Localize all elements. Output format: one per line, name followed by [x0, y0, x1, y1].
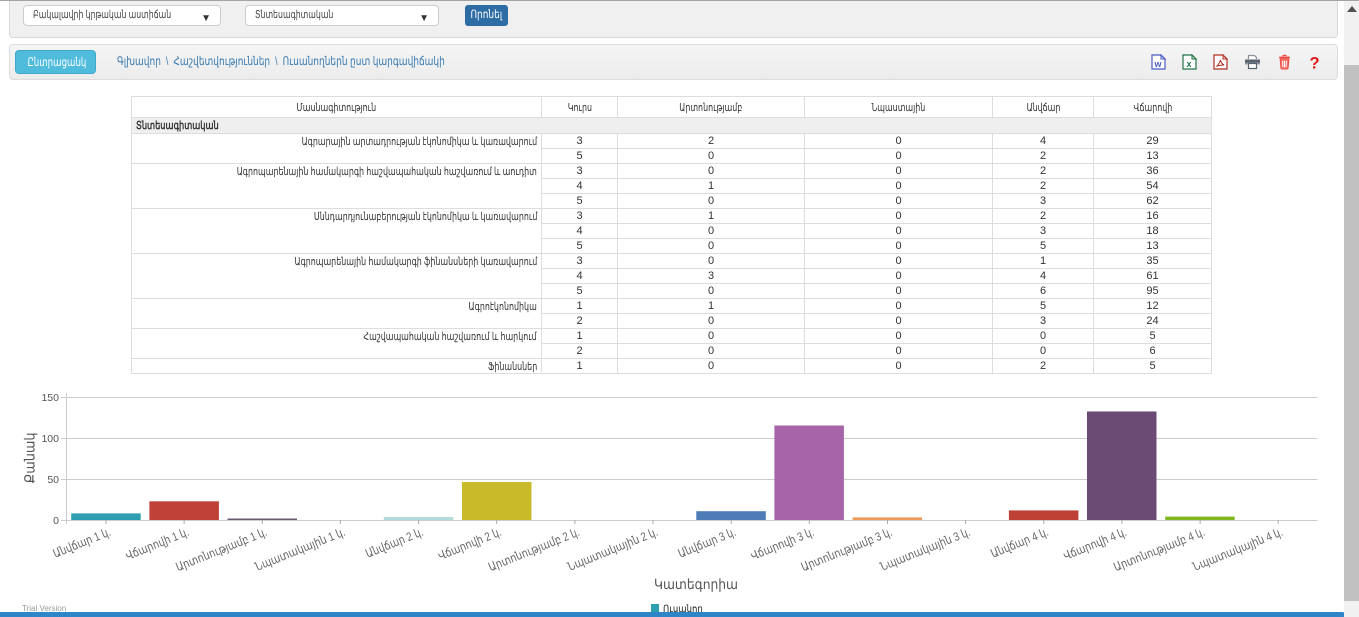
svg-text:w: w — [1153, 59, 1162, 69]
svg-text:0: 0 — [53, 515, 59, 527]
svg-text:Քանակ: Քանակ — [22, 433, 38, 484]
svg-text:Վճարովի 1 կ.: Վճարովի 1 կ. — [123, 525, 190, 563]
svg-text:x: x — [1186, 59, 1191, 69]
svg-text:50: 50 — [47, 474, 59, 486]
svg-text:Նպատակային 2 կ.: Նպատակային 2 կ. — [565, 525, 659, 574]
svg-text:Նպատակային 1 կ.: Նպատակային 1 կ. — [253, 525, 347, 574]
svg-text:?: ? — [1309, 55, 1319, 71]
svg-text:Նպատակային 3 կ.: Նպատակային 3 կ. — [878, 525, 972, 574]
svg-text:Անվճար 2 կ.: Անվճար 2 կ. — [363, 525, 425, 561]
svg-text:Անվճար 3 կ.: Անվճար 3 կ. — [676, 525, 738, 561]
svg-text:Անվճար 1 կ.: Անվճար 1 կ. — [51, 525, 113, 561]
svg-text:Նպատակային 4 կ.: Նպատակային 4 կ. — [1191, 525, 1285, 574]
svg-text:Կատեգորիա: Կատեգորիա — [654, 576, 738, 592]
svg-text:150: 150 — [41, 392, 59, 404]
svg-text:Վճարովի 2 կ.: Վճարովի 2 կ. — [436, 525, 503, 563]
svg-text:Վճարովի 3 կ.: Վճարովի 3 կ. — [749, 525, 816, 563]
svg-text:Անվճար 4 կ.: Անվճար 4 կ. — [989, 525, 1051, 561]
svg-text:100: 100 — [41, 433, 59, 445]
svg-text:Վճարովի 4 կ.: Վճարովի 4 կ. — [1061, 525, 1128, 563]
